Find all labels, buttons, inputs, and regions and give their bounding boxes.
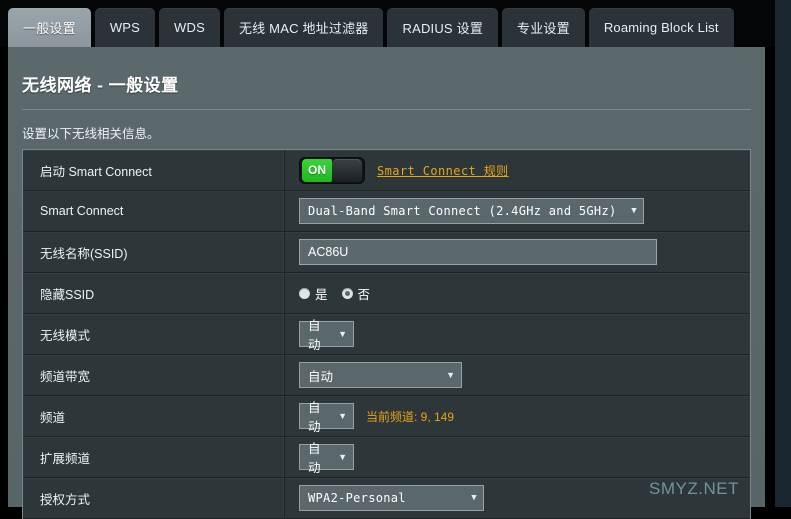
tab-label: 专业设置 <box>517 21 570 36</box>
hide-ssid-radio-group: 是 否 <box>299 284 370 303</box>
page-description: 设置以下无线相关信息。 <box>22 127 160 141</box>
row-field: 是 否 <box>285 273 750 313</box>
row-field: ON Smart Connect 规则 <box>285 150 750 190</box>
row-label: 授权方式 <box>23 478 285 518</box>
tab-wps[interactable]: WPS <box>94 8 156 47</box>
table-row-auth-method: 授权方式 WPA2-Personal ▼ <box>23 478 750 519</box>
row-field: Dual-Band Smart Connect (2.4GHz and 5GHz… <box>285 191 750 231</box>
ssid-input-value: AC86U <box>308 245 349 259</box>
page-title: 无线网络 - 一般设置 <box>22 76 179 95</box>
auth-method-select[interactable]: WPA2-Personal ▼ <box>299 485 484 511</box>
chevron-down-icon: ▼ <box>631 205 637 216</box>
title-divider <box>22 109 751 110</box>
current-channel-note: 当前频道: 9, 149 <box>366 409 455 424</box>
wireless-mode-select[interactable]: 自动 ▼ <box>299 319 354 352</box>
table-row-ssid: 无线名称(SSID) AC86U <box>23 232 750 273</box>
smart-connect-select[interactable]: Dual-Band Smart Connect (2.4GHz and 5GHz… <box>299 198 644 224</box>
row-label: 启动 Smart Connect <box>23 150 285 190</box>
table-row-smart-connect: Smart Connect Dual-Band Smart Connect (2… <box>23 191 750 232</box>
radio-label: 否 <box>357 287 371 302</box>
tab-professional-settings[interactable]: 专业设置 <box>502 8 585 47</box>
tab-radius-settings[interactable]: RADIUS 设置 <box>387 8 499 47</box>
ssid-input[interactable]: AC86U <box>299 239 657 265</box>
select-value: 自动 <box>308 401 321 434</box>
row-label: 无线名称(SSID) <box>23 232 285 272</box>
row-field: AC86U <box>285 232 750 272</box>
channel-bandwidth-select[interactable]: 自动 ▼ <box>299 362 462 388</box>
tab-label: Roaming Block List <box>603 20 719 35</box>
row-label: 频道 <box>23 396 285 436</box>
chevron-down-icon: ▼ <box>338 328 347 339</box>
router-admin-page: 一般设置 WPS WDS 无线 MAC 地址过滤器 RADIUS 设置 专业设置… <box>0 0 791 519</box>
smart-connect-rule-link[interactable]: Smart Connect 规则 <box>377 162 509 179</box>
row-label: 隐藏SSID <box>23 273 285 313</box>
row-label: Smart Connect <box>23 191 285 231</box>
hide-ssid-radio-yes[interactable]: 是 <box>299 284 328 303</box>
tab-wds[interactable]: WDS <box>159 8 220 47</box>
select-value: 自动 <box>308 442 321 475</box>
site-watermark: SMYZ.NET <box>649 479 739 498</box>
tab-label: WPS <box>109 20 141 35</box>
toggle-knob <box>332 158 362 182</box>
toggle-on-label: ON <box>302 158 332 182</box>
settings-table: 启动 Smart Connect ON Smart Connect 规则 Sma… <box>22 149 751 519</box>
settings-panel: 无线网络 - 一般设置 设置以下无线相关信息。 启动 Smart Connect… <box>8 47 765 519</box>
radio-icon <box>299 287 310 299</box>
table-row-hide-ssid: 隐藏SSID 是 否 <box>23 273 750 314</box>
hide-ssid-radio-no[interactable]: 否 <box>341 284 371 303</box>
extension-channel-select[interactable]: 自动 ▼ <box>299 442 354 475</box>
tab-roaming-block-list[interactable]: Roaming Block List <box>588 8 734 47</box>
table-row-channel: 频道 自动 ▼ 当前频道: 9, 149 <box>23 396 750 437</box>
row-label: 扩展频道 <box>23 437 285 477</box>
tab-label: 一般设置 <box>23 21 76 36</box>
tab-label: WDS <box>174 20 205 35</box>
row-label: 无线模式 <box>23 314 285 354</box>
table-row-channel-bandwidth: 频道带宽 自动 ▼ <box>23 355 750 396</box>
chevron-down-icon: ▼ <box>446 369 455 380</box>
page-right-gutter <box>775 0 791 507</box>
row-field: 自动 ▼ <box>285 437 750 477</box>
row-field: 自动 ▼ 当前频道: 9, 149 <box>285 396 750 436</box>
channel-select[interactable]: 自动 ▼ <box>299 401 354 434</box>
row-field: 自动 ▼ <box>285 355 750 395</box>
tab-label: RADIUS 设置 <box>402 21 484 36</box>
chevron-down-icon: ▼ <box>471 492 477 503</box>
select-value: 自动 <box>308 369 334 384</box>
table-row-smart-connect-enable: 启动 Smart Connect ON Smart Connect 规则 <box>23 150 750 191</box>
select-value: 自动 <box>308 319 321 352</box>
tab-bar: 一般设置 WPS WDS 无线 MAC 地址过滤器 RADIUS 设置 专业设置… <box>8 8 738 47</box>
tab-label: 无线 MAC 地址过滤器 <box>238 21 369 36</box>
table-row-wireless-mode: 无线模式 自动 ▼ <box>23 314 750 355</box>
smart-connect-toggle[interactable]: ON <box>299 156 365 184</box>
tab-mac-filter[interactable]: 无线 MAC 地址过滤器 <box>223 8 384 47</box>
select-value: WPA2-Personal <box>308 491 406 505</box>
table-row-extension-channel: 扩展频道 自动 ▼ <box>23 437 750 478</box>
tab-general-settings[interactable]: 一般设置 <box>8 8 91 47</box>
chevron-down-icon: ▼ <box>338 451 347 462</box>
row-label: 频道带宽 <box>23 355 285 395</box>
chevron-down-icon: ▼ <box>338 410 347 421</box>
select-value: Dual-Band Smart Connect (2.4GHz and 5GHz… <box>308 204 617 218</box>
radio-selected-icon <box>341 287 353 299</box>
radio-label: 是 <box>315 287 328 302</box>
row-field: 自动 ▼ <box>285 314 750 354</box>
